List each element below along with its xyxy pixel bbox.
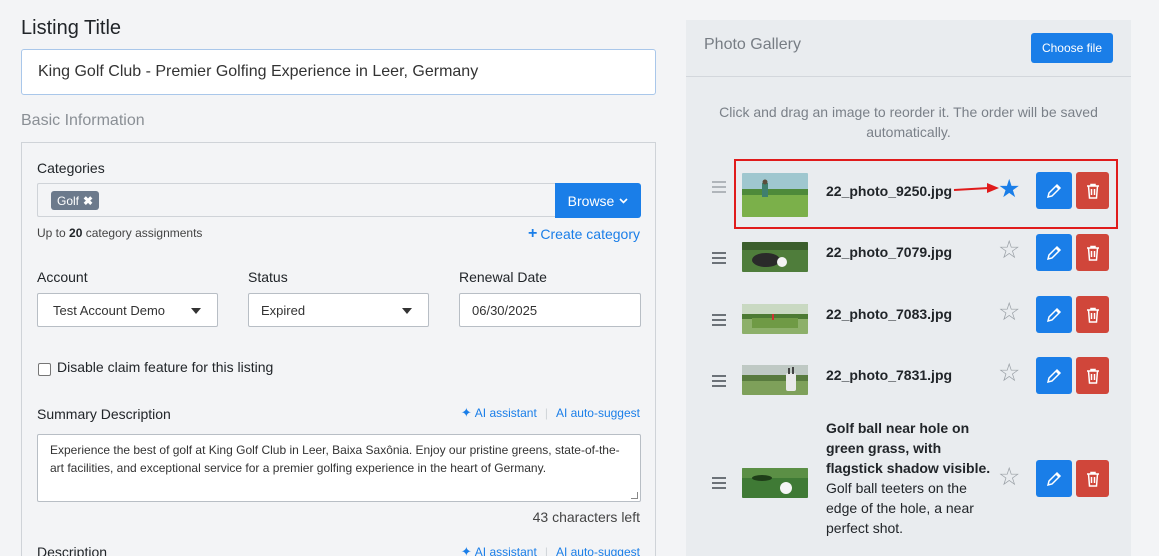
- drag-handle-icon[interactable]: [712, 375, 726, 390]
- disable-claim-label: Disable claim feature for this listing: [57, 359, 274, 375]
- edit-photo-button[interactable]: [1036, 296, 1072, 333]
- create-category-link[interactable]: + Create category: [528, 225, 640, 243]
- ai-assistant-link[interactable]: ✦ AI assistant: [461, 544, 537, 556]
- pencil-icon: [1046, 368, 1062, 383]
- categories-field[interactable]: Golf ✖: [37, 183, 556, 217]
- choose-file-button[interactable]: Choose file: [1031, 33, 1113, 63]
- listing-title-label: Listing Title: [21, 17, 122, 39]
- star-outline-icon[interactable]: ☆: [998, 300, 1020, 325]
- categories-label: Categories: [37, 160, 105, 176]
- account-value: Test Account Demo: [53, 302, 165, 318]
- delete-photo-button[interactable]: [1076, 357, 1109, 394]
- caption-title: Golf ball near hole on green grass, with…: [826, 420, 991, 476]
- edit-photo-button[interactable]: [1036, 357, 1072, 394]
- star-outline-icon[interactable]: ☆: [998, 465, 1020, 490]
- description-label: Description: [37, 544, 108, 556]
- create-category-label: Create category: [540, 226, 640, 242]
- basic-information-panel: Categories Golf ✖ Browse Up to 20 catego…: [21, 142, 656, 556]
- photo-filename: 22_photo_7083.jpg: [826, 306, 953, 322]
- pencil-icon: [1046, 245, 1062, 260]
- sparkle-icon: ✦: [460, 544, 472, 556]
- plus-icon: +: [528, 225, 538, 242]
- photo-gallery-panel: Photo Gallery Choose file Click and drag…: [686, 20, 1131, 556]
- photo-thumbnail: [742, 304, 808, 334]
- account-select[interactable]: Test Account Demo: [37, 293, 218, 327]
- drag-handle-icon[interactable]: [712, 314, 726, 329]
- account-label: Account: [37, 269, 88, 285]
- divider: |: [544, 545, 548, 556]
- sparkle-icon: ✦: [460, 405, 472, 420]
- caption-body: Golf ball teeters on the edge of the hol…: [826, 480, 974, 536]
- resize-handle-icon[interactable]: [631, 492, 638, 499]
- gallery-header: Photo Gallery Choose file: [686, 20, 1131, 77]
- chevron-down-icon: [619, 197, 628, 204]
- summary-description-textarea[interactable]: Experience the best of golf at King Golf…: [37, 434, 641, 502]
- renewal-date-input[interactable]: 06/30/2025: [459, 293, 641, 327]
- annotation-arrow-icon: [953, 183, 999, 193]
- status-value: Expired: [261, 302, 306, 318]
- delete-photo-button[interactable]: [1076, 460, 1109, 497]
- remove-tag-icon[interactable]: ✖: [83, 194, 93, 208]
- trash-icon: [1086, 368, 1099, 384]
- summary-description-label: Summary Description: [37, 406, 171, 422]
- status-select[interactable]: Expired: [248, 293, 429, 327]
- category-tag: Golf ✖: [51, 191, 100, 210]
- summary-ai-links: ✦ AI assistant | AI auto-suggest: [461, 405, 640, 421]
- browse-label: Browse: [567, 192, 615, 209]
- characters-left: 43 characters left: [532, 509, 640, 525]
- delete-photo-button[interactable]: [1076, 296, 1109, 333]
- drag-handle-icon[interactable]: [712, 477, 726, 492]
- browse-button[interactable]: Browse: [555, 183, 641, 218]
- highlight-box: [734, 159, 1118, 229]
- category-tag-label: Golf: [57, 193, 80, 208]
- ai-assistant-link[interactable]: ✦ AI assistant: [461, 405, 537, 421]
- photo-filename: 22_photo_7079.jpg: [826, 244, 953, 260]
- basic-information-heading: Basic Information: [21, 112, 145, 129]
- disable-claim-checkbox[interactable]: [38, 363, 51, 376]
- renewal-date-value: 06/30/2025: [472, 302, 538, 318]
- divider: |: [544, 406, 548, 420]
- ai-assistant-label: AI assistant: [474, 545, 537, 556]
- status-label: Status: [248, 269, 288, 285]
- trash-icon: [1086, 245, 1099, 261]
- trash-icon: [1086, 307, 1099, 323]
- photo-thumbnail: [742, 365, 808, 395]
- caret-down-icon: [402, 308, 412, 314]
- photo-thumbnail: [742, 468, 808, 498]
- gallery-reorder-hint: Click and drag an image to reorder it. T…: [719, 104, 1098, 140]
- pencil-icon: [1046, 471, 1062, 486]
- delete-photo-button[interactable]: [1076, 234, 1109, 271]
- ai-auto-suggest-link[interactable]: AI auto-suggest: [556, 545, 640, 556]
- pencil-icon: [1046, 307, 1062, 322]
- star-outline-icon[interactable]: ☆: [998, 361, 1020, 386]
- caret-down-icon: [191, 308, 201, 314]
- renewal-date-label: Renewal Date: [459, 269, 547, 285]
- page: Listing Title Basic Information Categori…: [0, 0, 1159, 556]
- edit-photo-button[interactable]: [1036, 234, 1072, 271]
- ai-auto-suggest-link[interactable]: AI auto-suggest: [556, 406, 640, 420]
- summary-description-text: Experience the best of golf at King Golf…: [50, 443, 620, 475]
- edit-photo-button[interactable]: [1036, 460, 1072, 497]
- gallery-title: Photo Gallery: [704, 36, 801, 53]
- ai-assistant-label: AI assistant: [474, 406, 537, 420]
- listing-title-input[interactable]: [21, 49, 656, 95]
- photo-caption: Golf ball near hole on green grass, with…: [826, 418, 991, 538]
- drag-handle-icon[interactable]: [712, 181, 726, 196]
- trash-icon: [1086, 471, 1099, 487]
- photo-thumbnail: [742, 242, 808, 272]
- star-outline-icon[interactable]: ☆: [998, 238, 1020, 263]
- drag-handle-icon[interactable]: [712, 252, 726, 267]
- description-ai-links: ✦ AI assistant | AI auto-suggest: [461, 544, 640, 556]
- category-limit-hint: Up to 20 category assignments: [37, 226, 203, 240]
- photo-filename: 22_photo_7831.jpg: [826, 367, 953, 383]
